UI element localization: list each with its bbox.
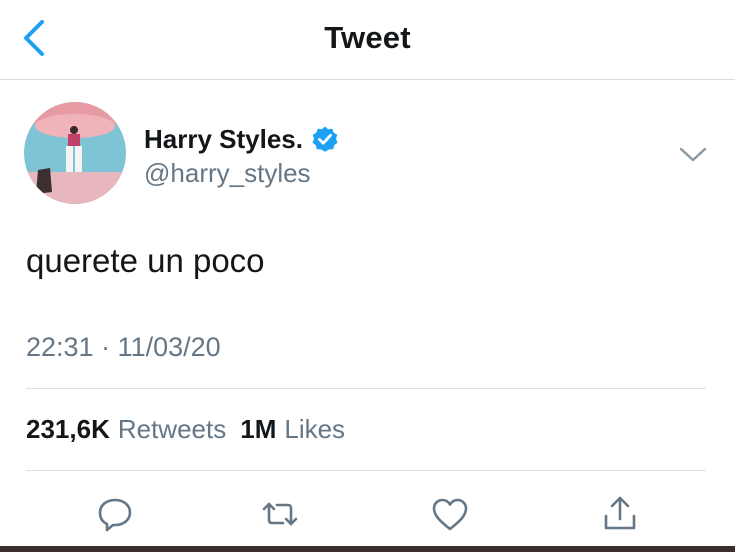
author-handle[interactable]: @harry_styles <box>144 158 311 189</box>
tweet-stats: 231,6K Retweets 1M Likes <box>26 414 345 445</box>
divider <box>26 388 706 389</box>
share-button[interactable] <box>598 492 642 536</box>
retweets-label: Retweets <box>117 414 227 444</box>
tweet-timestamp[interactable]: 22:31 · 11/03/20 <box>26 332 221 363</box>
likes-label: Likes <box>284 414 346 444</box>
likes-count: 1M <box>240 414 277 444</box>
tweet-text: querete un poco <box>26 242 265 279</box>
bottom-edge <box>0 546 735 552</box>
retweet-button[interactable] <box>258 492 302 536</box>
retweets-stat[interactable]: 231,6K Retweets <box>26 414 226 445</box>
top-nav-bar: Tweet <box>0 0 735 80</box>
share-icon <box>604 496 636 530</box>
chevron-down-icon <box>679 147 707 162</box>
page-title: Tweet <box>324 20 411 55</box>
author-name-row: Harry Styles. <box>144 122 339 156</box>
like-button[interactable] <box>428 492 472 536</box>
verified-badge-icon <box>312 126 338 152</box>
likes-stat[interactable]: 1M Likes <box>240 414 345 445</box>
retweets-count: 231,6K <box>26 414 110 444</box>
avatar-photo <box>24 102 126 204</box>
avatar[interactable] <box>24 102 126 204</box>
reply-button[interactable] <box>93 492 137 536</box>
tweet-author-row: Harry Styles. @harry_styles <box>24 102 714 212</box>
like-icon <box>432 498 468 531</box>
reply-icon <box>98 498 132 532</box>
divider <box>26 470 706 471</box>
tweet-action-bar <box>0 488 735 544</box>
author-display-name[interactable]: Harry Styles. <box>144 124 303 155</box>
retweet-icon <box>262 502 298 526</box>
tweet-menu-button[interactable] <box>676 142 710 166</box>
